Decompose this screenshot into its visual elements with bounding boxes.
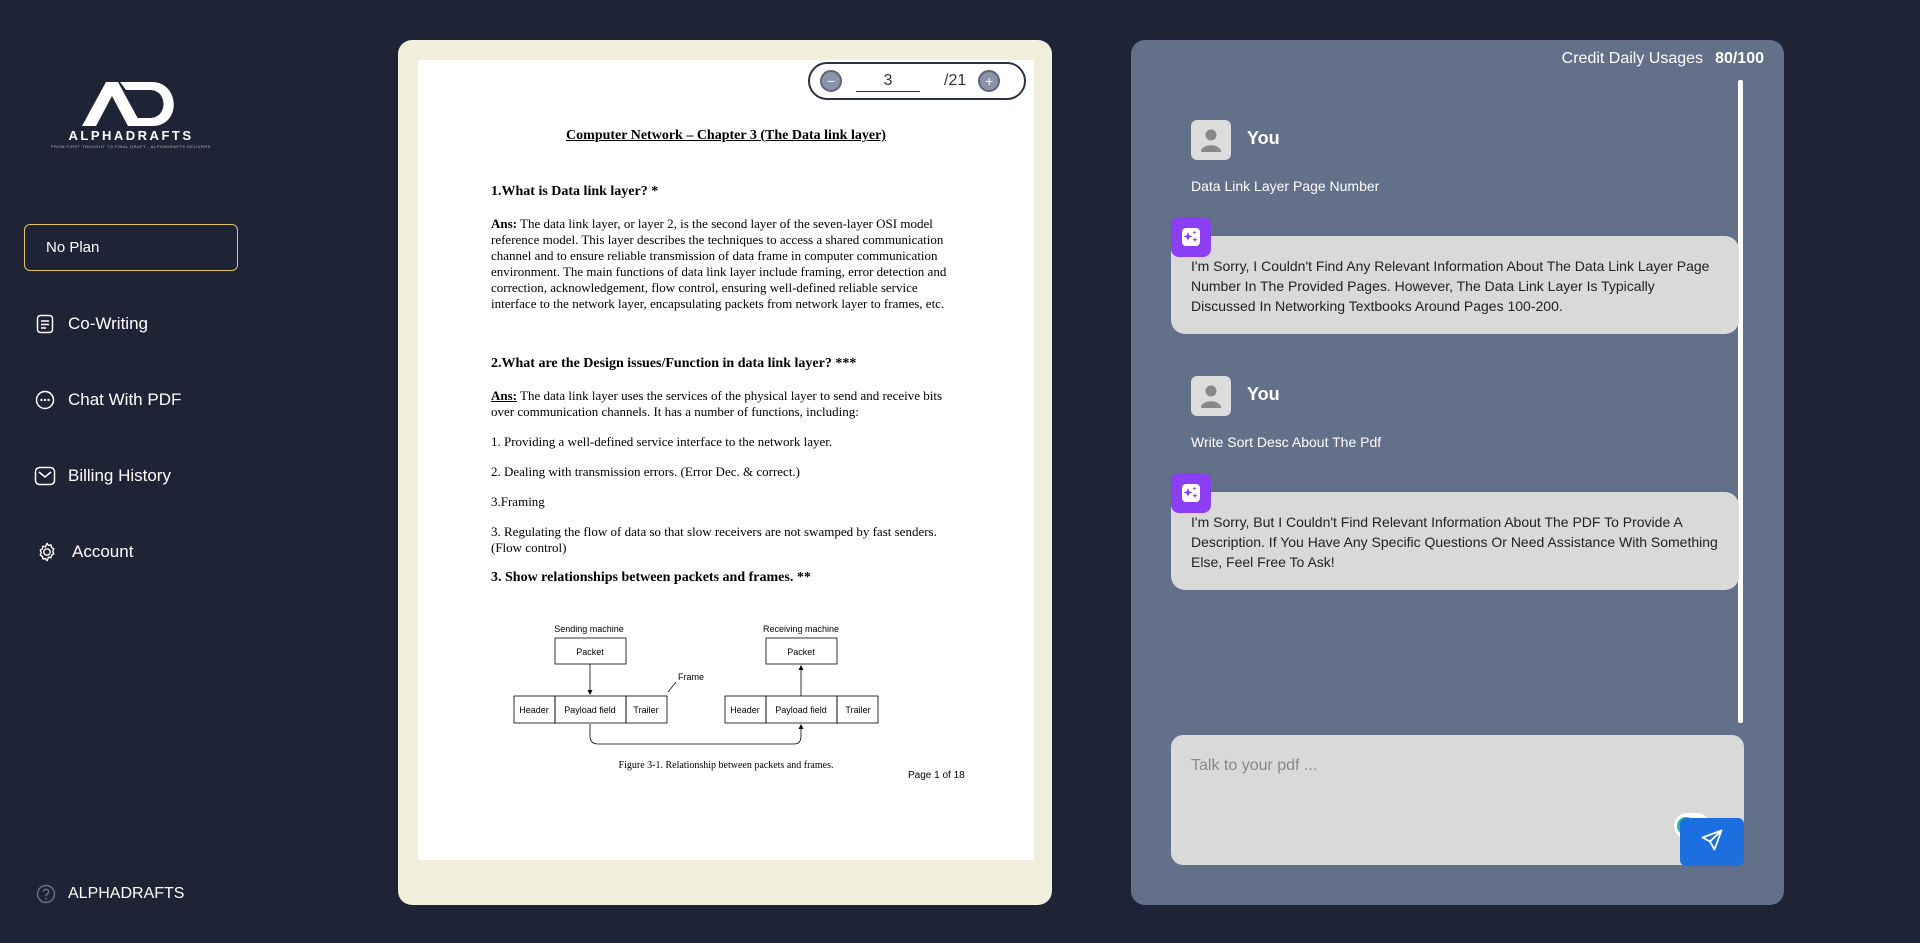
trailer-label: Trailer xyxy=(633,705,658,715)
payload-label: Payload field xyxy=(564,705,616,715)
gear-icon xyxy=(36,541,58,563)
document-icon xyxy=(34,313,56,335)
sender-name: You xyxy=(1247,128,1280,148)
sender-name: You xyxy=(1247,384,1280,404)
credit-label: Credit Daily Usages xyxy=(1561,50,1704,67)
user-avatar-icon xyxy=(1191,376,1231,416)
bot-message: I'm Sorry, But I Couldn't Find Relevant … xyxy=(1171,492,1739,590)
sidebar-item-chat-with-pdf[interactable]: Chat With PDF xyxy=(34,385,181,415)
sidebar-item-label: Chat With PDF xyxy=(68,390,182,409)
frame-pointer xyxy=(667,681,677,693)
help-circle-icon xyxy=(36,884,56,904)
send-button[interactable] xyxy=(1680,818,1744,866)
plan-button[interactable]: No Plan xyxy=(24,224,238,271)
sidebar-item-co-writing[interactable]: Co-Writing xyxy=(34,309,148,339)
packet-label: Packet xyxy=(576,647,604,657)
packet-label: Packet xyxy=(787,647,815,657)
pdf-viewer-panel: − /21 + Computer Network – Chapter 3 (Th… xyxy=(398,40,1052,905)
receiving-machine-label: Receiving machine xyxy=(763,624,839,634)
ai-sparkle-icon xyxy=(1171,217,1211,257)
transfer-path xyxy=(589,724,802,745)
chat-input[interactable] xyxy=(1171,735,1744,865)
packet-frame-diagram: Sending machine Receiving machine Packet… xyxy=(513,624,879,745)
bot-message: I'm Sorry, I Couldn't Find Any Relevant … xyxy=(1171,236,1739,334)
bot-message-text: I'm Sorry, But I Couldn't Find Relevant … xyxy=(1191,514,1718,570)
footer-brand-label: ALPHADRAFTS xyxy=(68,885,185,902)
credit-value: 80/100 xyxy=(1715,50,1764,67)
transfer-arrowhead xyxy=(798,724,804,729)
sidebar-item-label: Billing History xyxy=(68,466,171,485)
logo-tagline: FROM FIRST THOUGHT TO FINAL DRAFT - ALPH… xyxy=(51,144,211,149)
sending-machine-label: Sending machine xyxy=(554,624,624,634)
chat-input-container xyxy=(1171,735,1744,865)
trailer-label: Trailer xyxy=(845,705,870,715)
sidebar-item-account[interactable]: Account xyxy=(34,537,133,567)
user-message-text: Data Link Layer Page Number xyxy=(1191,178,1380,194)
user-message-text: Write Sort Desc About The Pdf xyxy=(1191,434,1382,450)
header-label: Header xyxy=(730,705,760,715)
chat-panel: Credit Daily Usages 80/100 You Data Link … xyxy=(1131,40,1784,905)
bot-message-text: I'm Sorry, I Couldn't Find Any Relevant … xyxy=(1191,258,1710,314)
user-avatar-icon xyxy=(1191,120,1231,160)
ai-sparkle-icon xyxy=(1171,473,1211,513)
user-message: You Write Sort Desc About The Pdf xyxy=(1191,376,1381,450)
chat-dots-icon xyxy=(34,389,56,411)
page-footer: Page 1 of 18 xyxy=(908,770,965,781)
frame-label: Frame xyxy=(678,672,704,682)
send-icon xyxy=(1700,828,1724,857)
brand-logo[interactable]: ALPHADRAFTS FROM FIRST THOUGHT TO FINAL … xyxy=(40,78,222,149)
sidebar-item-label: Co-Writing xyxy=(68,314,148,333)
sidebar-item-billing-history[interactable]: Billing History xyxy=(34,461,171,491)
logo-wordmark: ALPHADRAFTS xyxy=(68,128,194,143)
header-label: Header xyxy=(519,705,549,715)
up-arrowhead xyxy=(798,665,804,670)
payload-label: Payload field xyxy=(775,705,827,715)
credit-usage: Credit Daily Usages 80/100 xyxy=(1562,50,1764,68)
pdf-page[interactable]: − /21 + Computer Network – Chapter 3 (Th… xyxy=(418,60,1034,860)
down-arrowhead xyxy=(587,690,593,695)
sidebar-item-label: Account xyxy=(72,542,134,561)
logo-mark-icon xyxy=(82,82,174,126)
user-message: You Data Link Layer Page Number xyxy=(1191,120,1379,194)
chat-scrollbar[interactable] xyxy=(1738,80,1743,723)
footer-brand-link[interactable]: ALPHADRAFTS xyxy=(36,884,184,904)
mail-icon xyxy=(34,465,56,487)
